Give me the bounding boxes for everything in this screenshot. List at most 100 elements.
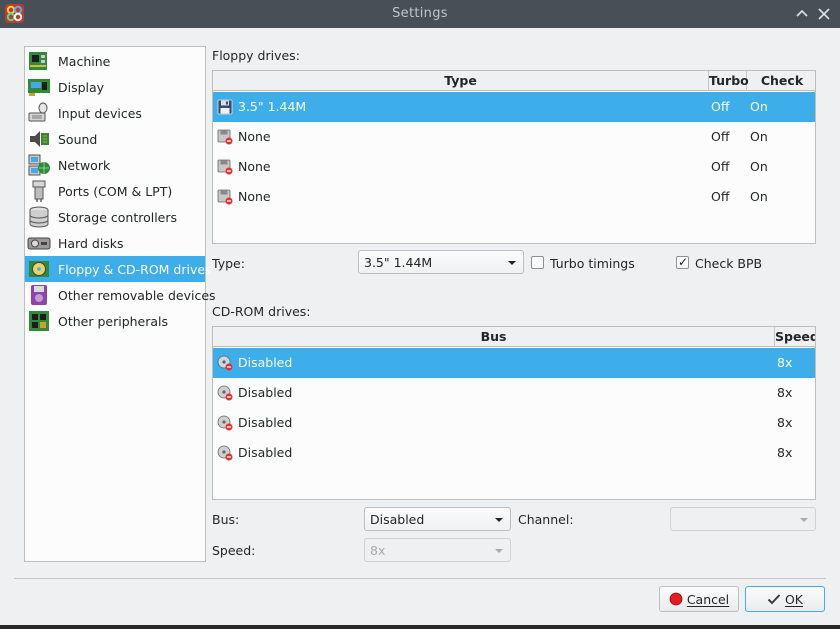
- input-devices-icon: [28, 102, 48, 122]
- floppy-disabled-icon: [217, 129, 233, 145]
- channel-dropdown[interactable]: [670, 507, 816, 531]
- column-header-type[interactable]: Type: [213, 71, 709, 91]
- column-header-speed[interactable]: Speed: [775, 327, 815, 347]
- cdrom-disabled-icon: [217, 415, 233, 431]
- cdrom-speed-cell: 8x: [777, 445, 793, 460]
- floppy-turbo-cell: Off: [711, 189, 730, 204]
- close-icon[interactable]: [815, 5, 833, 23]
- floppy-turbo-cell: Off: [711, 99, 730, 114]
- sidebar-item-network[interactable]: Network: [25, 152, 205, 178]
- cdrom-speed-cell: 8x: [777, 385, 793, 400]
- floppy-cdrom-icon: [29, 261, 49, 277]
- cdrom-disabled-icon: [217, 355, 233, 371]
- settings-window: Machine Display Input devices Sound Netw…: [0, 28, 840, 625]
- ok-button[interactable]: OK: [745, 586, 825, 612]
- checkmark-icon: [767, 594, 781, 605]
- floppy-disabled-icon: [217, 159, 233, 175]
- display-icon: [28, 79, 50, 96]
- table-row[interactable]: None Off On: [213, 152, 815, 182]
- cdrom-drives-table[interactable]: Bus Speed Disabled 8x Disabled 8x Disabl…: [212, 326, 816, 500]
- turbo-timings-label: Turbo timings: [550, 256, 635, 271]
- table-row[interactable]: Disabled 8x: [213, 378, 815, 408]
- table-row[interactable]: None Off On: [213, 182, 815, 212]
- sidebar-item-other-removable-devices[interactable]: Other removable devices: [25, 282, 216, 308]
- removable-devices-icon: [31, 285, 47, 305]
- bus-dropdown[interactable]: Disabled: [364, 507, 511, 531]
- floppy-drives-table[interactable]: Type Turbo Check BPB 3.5" 1.44M Off On N…: [212, 70, 816, 244]
- column-header-check-bpb[interactable]: Check BPB: [747, 71, 815, 108]
- sidebar-item-machine[interactable]: Machine: [25, 48, 205, 74]
- sidebar-item-label: Storage controllers: [58, 209, 178, 225]
- speed-dropdown[interactable]: 8x: [364, 538, 511, 562]
- peripherals-icon: [29, 311, 49, 331]
- floppy-type-cell: 3.5" 1.44M: [238, 99, 307, 114]
- settings-category-list: Machine Display Input devices Sound Netw…: [24, 46, 216, 562]
- sidebar-item-label: Input devices: [58, 105, 142, 121]
- floppy-type-dropdown[interactable]: 3.5" 1.44M: [358, 250, 524, 274]
- cdrom-bus-cell: Disabled: [238, 355, 293, 370]
- table-row[interactable]: Disabled 8x: [213, 348, 815, 378]
- floppy-type-cell: None: [238, 189, 271, 204]
- sidebar-item-label: Floppy & CD-ROM drives: [58, 261, 212, 277]
- table-row[interactable]: 3.5" 1.44M Off On: [213, 92, 815, 122]
- table-row[interactable]: None Off On: [213, 122, 815, 152]
- floppy-check-bpb-cell: On: [750, 129, 768, 144]
- table-row[interactable]: Disabled 8x: [213, 408, 815, 438]
- sidebar-item-hard-disks[interactable]: Hard disks: [25, 230, 205, 256]
- turbo-timings-checkbox[interactable]: [531, 256, 544, 269]
- table-row[interactable]: Disabled 8x: [213, 438, 815, 468]
- cancel-button[interactable]: Cancel: [659, 586, 739, 612]
- channel-label: Channel:: [518, 512, 574, 527]
- maximize-icon[interactable]: [793, 5, 811, 23]
- sidebar-item-label: Network: [58, 157, 111, 173]
- sidebar-item-storage-controllers[interactable]: Storage controllers: [25, 204, 205, 230]
- chevron-down-icon: [508, 261, 516, 265]
- sidebar-item-label: Sound: [58, 131, 98, 147]
- cdrom-disabled-icon: [217, 385, 233, 401]
- sidebar-item-label: Display: [58, 79, 105, 95]
- title-bar: Settings: [0, 0, 840, 28]
- chevron-down-icon: [495, 518, 503, 522]
- sidebar-item-floppy-cdrom[interactable]: Floppy & CD-ROM drives: [25, 256, 212, 282]
- sidebar-item-input-devices[interactable]: Input devices: [25, 100, 205, 126]
- column-header-bus[interactable]: Bus: [213, 327, 775, 347]
- floppy-drives-label: Floppy drives:: [212, 48, 300, 63]
- chevron-down-icon: [800, 518, 808, 522]
- window-title: Settings: [392, 6, 448, 21]
- sidebar-item-label: Other removable devices: [58, 287, 216, 303]
- storage-controllers-icon: [29, 206, 49, 228]
- floppy-check-bpb-cell: On: [750, 189, 768, 204]
- sidebar-item-label: Ports (COM & LPT): [58, 183, 173, 199]
- divider: [14, 578, 826, 579]
- sidebar-item-sound[interactable]: Sound: [25, 126, 205, 152]
- bus-label: Bus:: [212, 512, 240, 527]
- cdrom-disabled-icon: [217, 445, 233, 461]
- cdrom-bus-cell: Disabled: [238, 385, 293, 400]
- column-header-turbo[interactable]: Turbo: [709, 71, 749, 91]
- network-icon: [28, 154, 50, 176]
- sidebar-item-display[interactable]: Display: [25, 74, 205, 100]
- check-bpb-checkbox[interactable]: ✓: [676, 255, 689, 269]
- floppy-check-bpb-cell: On: [750, 99, 768, 114]
- table-header: Type Turbo Check BPB: [213, 71, 815, 108]
- sidebar-item-other-peripherals[interactable]: Other peripherals: [25, 308, 205, 334]
- check-bpb-label: Check BPB: [695, 256, 763, 271]
- cdrom-speed-cell: 8x: [777, 355, 793, 370]
- sidebar-item-label: Machine: [58, 53, 111, 69]
- sidebar-item-label: Hard disks: [58, 235, 124, 251]
- floppy-type-value: 3.5" 1.44M: [364, 255, 433, 270]
- speed-value: 8x: [370, 543, 386, 558]
- cdrom-drives-label: CD-ROM drives:: [212, 304, 311, 319]
- floppy-type-label: Type:: [212, 256, 245, 271]
- ports-icon: [32, 180, 46, 202]
- sidebar-item-label: Other peripherals: [58, 313, 169, 329]
- sidebar-item-ports[interactable]: Ports (COM & LPT): [25, 178, 205, 204]
- speed-label: Speed:: [212, 543, 256, 558]
- sound-icon: [30, 131, 49, 147]
- hard-disks-icon: [27, 237, 51, 250]
- floppy-type-cell: None: [238, 129, 271, 144]
- checkmark-icon: ✓: [678, 255, 689, 269]
- cdrom-bus-cell: Disabled: [238, 445, 293, 460]
- floppy-turbo-cell: Off: [711, 129, 730, 144]
- chevron-down-icon: [495, 549, 503, 553]
